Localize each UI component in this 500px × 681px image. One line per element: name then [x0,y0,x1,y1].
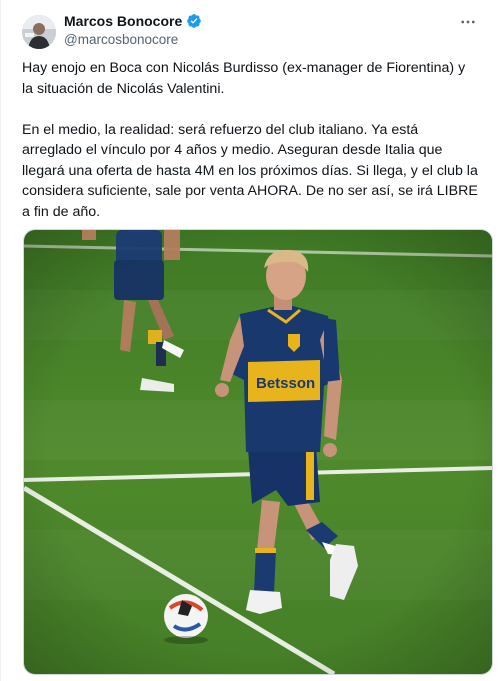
author-display-name[interactable]: Marcos Bonocore [64,13,182,29]
tweet-photo[interactable]: Betsson [23,229,493,675]
divider [0,0,1,681]
tweet-paragraph-2: En el medio, la realidad: será refuerzo … [22,121,478,220]
more-options-button[interactable] [456,10,480,34]
tweet-text: Hay enojo en Boca con Nicolás Burdisso (… [22,58,480,222]
verified-badge-icon [187,14,202,28]
author-handle[interactable]: @marcosbonocore [64,32,178,47]
avatar-image [22,15,56,49]
football-player-photo: Betsson [24,230,492,674]
tweet-card[interactable]: Marcos Bonocore @marcosbonocore Hay enoj… [0,0,500,681]
avatar[interactable] [22,15,56,49]
jersey-sponsor-text: Betsson [256,375,315,392]
author-name-row[interactable]: Marcos Bonocore [64,13,202,29]
more-options-icon [461,20,475,24]
tweet-paragraph-1: Hay enojo en Boca con Nicolás Burdisso (… [22,60,466,97]
